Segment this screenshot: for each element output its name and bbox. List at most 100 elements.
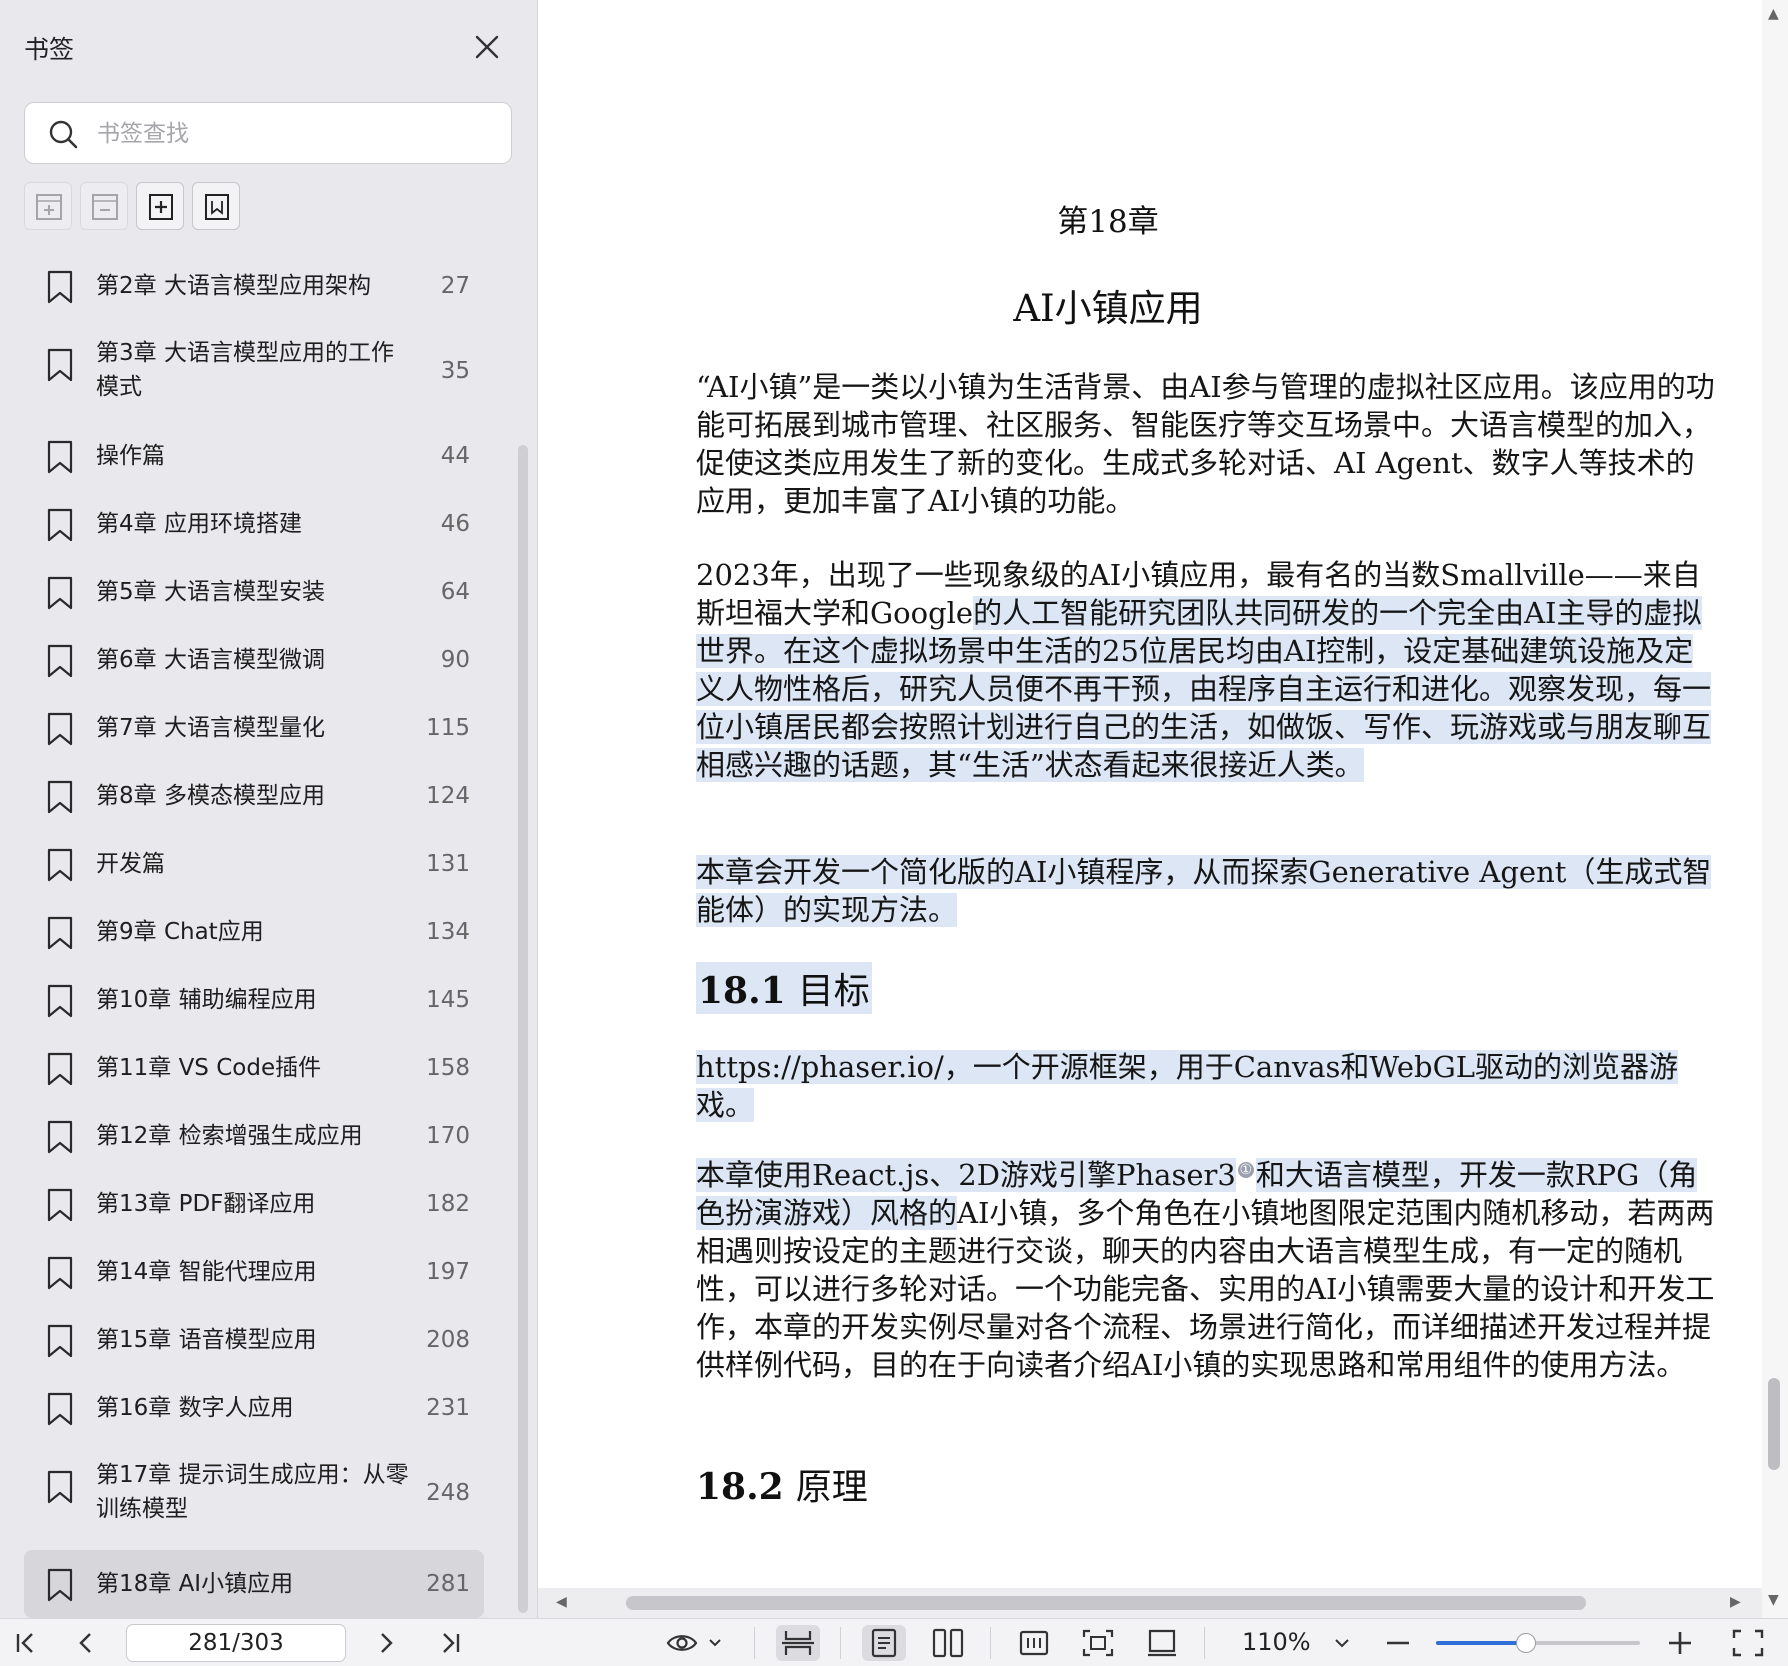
zoom-dropdown-button[interactable] — [1326, 1625, 1358, 1661]
bottom-toolbar: 281/303 110% — [0, 1618, 1788, 1666]
bookmark-item[interactable]: 第6章 大语言模型微调 90 — [24, 626, 484, 694]
vertical-scroll-thumb[interactable] — [1768, 1378, 1780, 1470]
footnote-marker[interactable]: ① — [1237, 1162, 1254, 1179]
bookmark-item[interactable]: 第12章 检索增强生成应用 170 — [24, 1102, 484, 1170]
scroll-right-arrow-icon[interactable]: ▶ — [1730, 1594, 1741, 1610]
next-page-button[interactable] — [368, 1625, 404, 1661]
bookmark-item[interactable]: 操作篇 44 — [24, 422, 484, 490]
scroll-down-arrow-icon[interactable]: ▼ — [1768, 1592, 1779, 1608]
zoom-level[interactable]: 110% — [1242, 1628, 1311, 1656]
section-heading-18-2: 18.2 原理 — [696, 1458, 868, 1510]
bookmark-icon — [46, 712, 74, 746]
bookmark-label: 第7章 大语言模型量化 — [96, 715, 325, 741]
bookmark-icon — [46, 1324, 74, 1358]
bookmark-icon — [46, 508, 74, 542]
bookmark-icon — [46, 916, 74, 950]
scroll-left-arrow-icon[interactable]: ◀ — [556, 1594, 567, 1610]
bookmark-page-number: 46 — [440, 511, 470, 537]
bookmark-label: 开发篇 — [96, 851, 165, 877]
bookmark-icon — [46, 270, 74, 304]
search-icon — [47, 118, 79, 150]
bookmark-page-number: 124 — [426, 783, 470, 809]
bookmark-icon — [46, 1052, 74, 1086]
bookmark-search-box[interactable] — [24, 102, 512, 164]
bookmark-page-number: 44 — [440, 443, 470, 469]
fit-page-button[interactable] — [1076, 1625, 1120, 1661]
fit-width-button[interactable] — [1012, 1625, 1056, 1661]
view-mode-dropdown[interactable] — [664, 1625, 726, 1661]
vertical-scrollbar[interactable] — [1762, 0, 1788, 1618]
horizontal-scrollbar[interactable]: ◀ ▶ — [538, 1588, 1762, 1618]
two-page-button[interactable] — [926, 1625, 970, 1661]
bookmark-item[interactable]: 第14章 智能代理应用 197 — [24, 1238, 484, 1306]
sidebar-scrollbar[interactable] — [518, 445, 528, 1613]
zoom-slider[interactable] — [1436, 1633, 1640, 1653]
chevron-left-icon — [79, 1633, 91, 1653]
bookmark-item[interactable]: 开发篇 131 — [24, 830, 484, 898]
bookmark-icon — [46, 848, 74, 882]
bookmark-item[interactable]: 第7章 大语言模型量化 115 — [24, 694, 484, 762]
bookmark-button[interactable] — [192, 182, 240, 230]
bookmark-item[interactable]: 第18章 AI小镇应用 281 — [24, 1550, 484, 1618]
bookmark-page-number: 158 — [426, 1055, 470, 1081]
bookmark-page-number: 145 — [426, 987, 470, 1013]
bookmark-item[interactable]: 第16章 数字人应用 231 — [24, 1374, 484, 1442]
bookmark-item[interactable]: 第17章 提示词生成应用：从零训练模型 248 — [24, 1442, 484, 1544]
bookmark-page-number: 35 — [440, 358, 470, 384]
last-page-button[interactable] — [432, 1625, 468, 1661]
toolbar-separator — [840, 1627, 841, 1659]
zoom-slider-fill — [1436, 1641, 1526, 1645]
bookmark-label: 第10章 辅助编程应用 — [96, 987, 317, 1013]
bookmark-label: 第6章 大语言模型微调 — [96, 647, 325, 673]
horizontal-scroll-thumb[interactable] — [626, 1596, 1586, 1610]
bookmark-search-input[interactable] — [97, 113, 497, 155]
bookmark-item[interactable]: 第15章 语音模型应用 208 — [24, 1306, 484, 1374]
bookmark-item[interactable]: 第11章 VS Code插件 158 — [24, 1034, 484, 1102]
bookmark-item[interactable]: 第4章 应用环境搭建 46 — [24, 490, 484, 558]
continuous-scroll-button[interactable] — [776, 1625, 820, 1661]
two-page-icon — [932, 1628, 964, 1658]
bookmark-item[interactable]: 第3章 大语言模型应用的工作模式 35 — [24, 320, 484, 422]
bookmark-item[interactable]: 第13章 PDF翻译应用 182 — [24, 1170, 484, 1238]
bookmark-item[interactable]: 第10章 辅助编程应用 145 — [24, 966, 484, 1034]
previous-page-button[interactable] — [68, 1625, 104, 1661]
scroll-up-arrow-icon[interactable]: ▲ — [1768, 6, 1779, 22]
zoom-slider-handle[interactable] — [1515, 1633, 1536, 1653]
zoom-out-button[interactable] — [1380, 1625, 1416, 1661]
plus-icon — [1669, 1632, 1691, 1654]
sidebar-title: 书签 — [24, 35, 75, 64]
bookmark-item[interactable]: 第9章 Chat应用 134 — [24, 898, 484, 966]
bookmark-page-number: 248 — [426, 1480, 470, 1506]
bookmark-page-number: 134 — [426, 919, 470, 945]
bookmark-label: 第2章 大语言模型应用架构 — [96, 273, 371, 299]
fullscreen-button[interactable] — [1728, 1625, 1768, 1661]
section-title: 原理 — [795, 1467, 868, 1508]
single-page-icon — [871, 1628, 897, 1658]
bookmark-label: 第11章 VS Code插件 — [96, 1055, 322, 1081]
single-page-button[interactable] — [862, 1625, 906, 1661]
collapse-all-button[interactable] — [80, 182, 128, 230]
bookmark-label: 第15章 语音模型应用 — [96, 1327, 317, 1353]
first-page-button[interactable] — [8, 1625, 44, 1661]
actual-size-button[interactable] — [1140, 1625, 1184, 1661]
expand-all-button[interactable] — [24, 182, 72, 230]
document-view[interactable]: 第18章 AI小镇应用 “AI小镇”是一类以小镇为生活背景、由AI参与管理的虚拟… — [538, 0, 1762, 1588]
continuous-scroll-icon — [782, 1631, 814, 1655]
page-number-input[interactable]: 281/303 — [126, 1624, 346, 1662]
toolbar-separator — [754, 1627, 755, 1659]
bookmark-item[interactable]: 第8章 多模态模型应用 124 — [24, 762, 484, 830]
bookmark-item[interactable]: 第5章 大语言模型安装 64 — [24, 558, 484, 626]
add-bookmark-button[interactable] — [136, 182, 184, 230]
bookmark-label: 第3章 大语言模型应用的工作模式 — [96, 340, 394, 400]
bookmark-page-number: 197 — [426, 1259, 470, 1285]
bookmark-label: 第18章 AI小镇应用 — [96, 1571, 294, 1597]
close-icon[interactable] — [468, 28, 506, 66]
bookmark-item[interactable]: 第2章 大语言模型应用架构 27 — [24, 252, 484, 320]
bookmark-page-number: 182 — [426, 1191, 470, 1217]
section-heading-18-1: 18.1 目标 — [696, 962, 872, 1014]
bookmark-icon — [46, 440, 74, 474]
fullscreen-icon — [1732, 1629, 1764, 1657]
bookmark-icon — [46, 780, 74, 814]
zoom-in-button[interactable] — [1662, 1625, 1698, 1661]
bookmark-icon — [46, 984, 74, 1018]
